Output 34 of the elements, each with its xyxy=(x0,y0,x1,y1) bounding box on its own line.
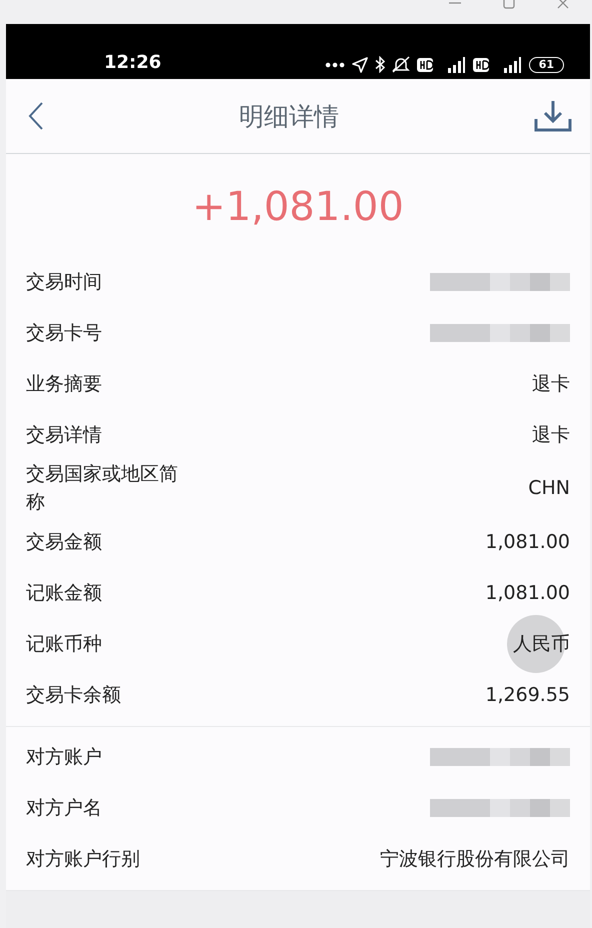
more-icon xyxy=(324,62,345,68)
field-value: 1,081.00 xyxy=(485,530,570,552)
field-label: 交易卡余额 xyxy=(26,682,122,708)
page-title: 明细详情 xyxy=(239,100,339,132)
field-label: 业务摘要 xyxy=(26,372,103,396)
field-label: 交易详情 xyxy=(26,422,103,448)
hd-icon xyxy=(472,58,489,72)
field-value: 人民币 xyxy=(513,632,570,656)
field-label: 交易国家或地区简称 xyxy=(26,462,179,515)
back-icon[interactable] xyxy=(28,102,44,130)
hd-icon xyxy=(416,58,433,72)
close-icon[interactable] xyxy=(556,0,570,10)
bluetooth-icon xyxy=(374,56,385,73)
field-value: CHN xyxy=(528,477,570,499)
field-label: 对方账户行别 xyxy=(26,846,141,872)
field-value: 退卡 xyxy=(532,422,570,448)
battery-indicator: 61 xyxy=(528,56,564,72)
field-label: 对方账户 xyxy=(26,744,103,770)
field-value: 宁波银行股份有限公司 xyxy=(380,846,570,872)
field-value: 1,269.55 xyxy=(485,684,570,706)
field-label: 交易时间 xyxy=(26,270,103,294)
field-label: 交易卡号 xyxy=(26,320,103,346)
field-label: 记账币种 xyxy=(26,632,103,656)
field-label: 对方户名 xyxy=(26,796,103,820)
status-time: 12:26 xyxy=(104,52,162,73)
field-label: 记账金额 xyxy=(26,580,103,606)
maximize-icon[interactable] xyxy=(502,0,516,10)
field-label: 交易金额 xyxy=(26,530,103,554)
download-icon[interactable] xyxy=(534,100,572,132)
field-value: 1,081.00 xyxy=(485,582,570,604)
transaction-amount: +1,081.00 xyxy=(191,183,405,232)
location-icon xyxy=(352,56,368,72)
field-value: 退卡 xyxy=(532,372,570,396)
bell-off-icon xyxy=(392,56,410,73)
